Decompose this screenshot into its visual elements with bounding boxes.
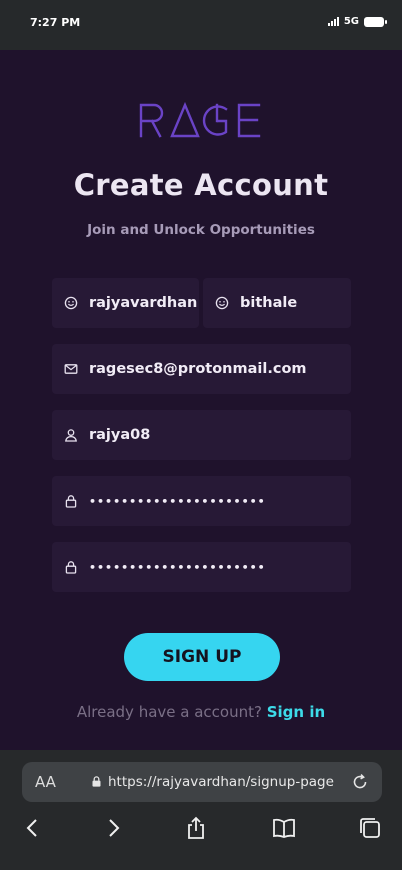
sign-up-button[interactable]: SIGN UP bbox=[124, 633, 280, 681]
user-icon bbox=[65, 429, 77, 442]
password-field[interactable]: •••••••••••••••••••••• bbox=[52, 476, 351, 526]
address-bar[interactable]: AA https://rajyavardhan/signup-page bbox=[22, 762, 382, 802]
share-icon[interactable] bbox=[184, 816, 208, 840]
page-title: Create Account bbox=[73, 168, 329, 202]
browser-toolbar: AA https://rajyavardhan/signup-page bbox=[0, 750, 402, 870]
url-text: https://rajyavardhan/signup-page bbox=[108, 774, 334, 790]
signal-icon bbox=[327, 17, 339, 26]
first-name-value: rajyavardhan bbox=[89, 295, 198, 311]
smile-icon bbox=[64, 296, 78, 310]
back-icon[interactable] bbox=[21, 816, 45, 840]
signin-prompt-line: Already have a account? Sign in bbox=[0, 703, 402, 721]
confirm-password-field[interactable]: •••••••••••••••••••••• bbox=[52, 542, 351, 592]
bookmarks-icon[interactable] bbox=[272, 816, 296, 840]
text-size-label: AA bbox=[35, 773, 56, 791]
last-name-value: bithale bbox=[240, 295, 298, 311]
page-subtitle: Join and Unlock Opportunities bbox=[87, 222, 315, 238]
email-value: ragesec8@protonmail.com bbox=[89, 361, 307, 377]
text-size-button[interactable]: AA bbox=[35, 773, 56, 791]
username-value: rajya08 bbox=[89, 427, 151, 443]
tabs-icon[interactable] bbox=[358, 816, 382, 840]
reload-icon[interactable] bbox=[350, 772, 370, 792]
last-name-field[interactable]: bithale bbox=[203, 278, 351, 328]
lock-icon bbox=[65, 561, 77, 574]
signin-prompt: Already have a account? bbox=[76, 703, 262, 721]
mail-icon bbox=[64, 364, 78, 374]
status-indicators: 5G bbox=[327, 16, 387, 27]
confirm-password-value: •••••••••••••••••••••• bbox=[89, 560, 266, 574]
username-field[interactable]: rajya08 bbox=[52, 410, 351, 460]
smile-icon bbox=[215, 296, 229, 310]
battery-icon bbox=[364, 16, 387, 27]
status-time: 7:27 PM bbox=[30, 16, 81, 29]
sign-in-link[interactable]: Sign in bbox=[267, 703, 325, 721]
first-name-field[interactable]: rajyavardhan bbox=[52, 278, 199, 328]
lock-icon bbox=[92, 776, 101, 787]
network-label: 5G bbox=[343, 16, 359, 27]
lock-icon bbox=[65, 495, 77, 508]
rage-logo bbox=[0, 101, 402, 143]
status-bar: 7:27 PM 5G bbox=[0, 0, 402, 50]
password-value: •••••••••••••••••••••• bbox=[89, 494, 266, 508]
forward-icon[interactable] bbox=[101, 816, 125, 840]
signup-page: Create Account Join and Unlock Opportuni… bbox=[0, 50, 402, 750]
email-field[interactable]: ragesec8@protonmail.com bbox=[52, 344, 351, 394]
